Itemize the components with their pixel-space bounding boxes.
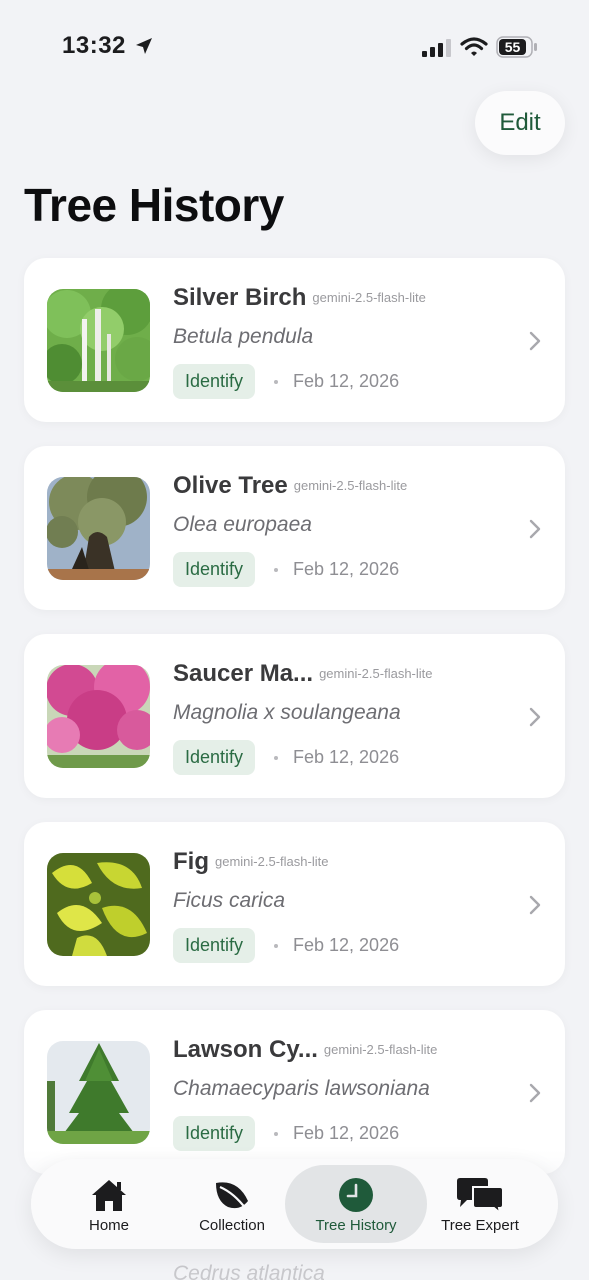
tree-name: Fig gemini-2.5-flash-lite	[173, 848, 328, 876]
tree-common-name: Fig	[173, 848, 209, 875]
identify-badge: Identify	[173, 928, 256, 963]
separator-dot	[274, 568, 278, 572]
chevron-right-icon	[529, 895, 541, 915]
tree-thumbnail	[47, 665, 150, 768]
identify-badge: Identify	[173, 552, 256, 587]
cellular-signal-icon	[422, 39, 451, 57]
tab-label: Tree History	[315, 1217, 397, 1234]
tree-name: Saucer Ma... gemini-2.5-flash-lite	[173, 660, 433, 688]
tree-common-name: Saucer Ma...	[173, 660, 314, 687]
battery-level: 55	[499, 39, 526, 55]
history-card[interactable]: Fig gemini-2.5-flash-lite Ficus carica Id…	[24, 822, 565, 986]
history-card[interactable]: Saucer Ma... gemini-2.5-flash-lite Magnol…	[24, 634, 565, 798]
model-tag: gemini-2.5-flash-lite	[312, 290, 426, 305]
tab-collection[interactable]: Collection	[161, 1165, 303, 1243]
history-card[interactable]: Silver Birch gemini-2.5-flash-lite Betula…	[24, 258, 565, 422]
date-label: Feb 12, 2026	[293, 559, 400, 579]
separator-dot	[274, 756, 278, 760]
history-list: Silver Birch gemini-2.5-flash-lite Betula…	[24, 258, 565, 1198]
clock-icon	[339, 1178, 373, 1212]
peek-scientific-name: Cedrus atlantica	[173, 1262, 325, 1280]
date-label: Feb 12, 2026	[293, 747, 400, 767]
identify-badge: Identify	[173, 1116, 256, 1151]
tree-thumbnail	[47, 853, 150, 956]
tab-bar: Home Collection Tree History Tree Expert	[31, 1159, 558, 1249]
tree-thumbnail	[47, 1041, 150, 1144]
chevron-right-icon	[529, 519, 541, 539]
chevron-right-icon	[529, 331, 541, 351]
tab-home[interactable]: Home	[38, 1165, 180, 1243]
model-tag: gemini-2.5-flash-lite	[323, 1042, 438, 1057]
date-label: Feb 12, 2026	[293, 1123, 400, 1143]
model-tag: gemini-2.5-flash-lite	[215, 854, 329, 869]
tab-label: Tree Expert	[441, 1217, 519, 1234]
separator-dot	[274, 944, 278, 948]
status-time: 13:32	[62, 32, 126, 59]
page-title: Tree History	[24, 179, 284, 231]
identify-badge: Identify	[173, 364, 256, 399]
separator-dot	[274, 380, 278, 384]
tree-name: Lawson Cy... gemini-2.5-flash-lite	[173, 1036, 437, 1064]
tree-thumbnail	[47, 477, 150, 580]
tab-label: Collection	[199, 1217, 265, 1234]
scientific-name: Olea europaea	[173, 513, 312, 536]
tree-common-name: Lawson Cy...	[173, 1036, 318, 1063]
model-tag: gemini-2.5-flash-lite	[319, 666, 433, 681]
scientific-name: Chamaecyparis lawsoniana	[173, 1077, 430, 1100]
tree-common-name: Silver Birch	[173, 284, 307, 311]
chevron-right-icon	[529, 1083, 541, 1103]
status-bar: 13:32 55	[0, 0, 589, 90]
scientific-name: Ficus carica	[173, 889, 286, 912]
model-tag: gemini-2.5-flash-lite	[293, 478, 408, 493]
chevron-right-icon	[529, 707, 541, 727]
tree-name: Silver Birch gemini-2.5-flash-lite	[173, 284, 426, 312]
date-label: Feb 12, 2026	[293, 935, 400, 955]
date-label: Feb 12, 2026	[293, 371, 400, 391]
scientific-name: Betula pendula	[173, 325, 314, 348]
scientific-name: Magnolia x soulangeana	[173, 701, 401, 724]
chat-icon	[457, 1178, 504, 1213]
tab-tree-expert[interactable]: Tree Expert	[409, 1165, 551, 1243]
home-icon	[92, 1180, 126, 1211]
edit-button[interactable]: Edit	[475, 91, 565, 155]
separator-dot	[274, 1132, 278, 1136]
leaf-icon	[216, 1182, 248, 1210]
tree-thumbnail	[47, 289, 150, 392]
wifi-icon	[460, 37, 488, 56]
tree-common-name: Olive Tree	[173, 472, 288, 499]
tree-name: Olive Tree gemini-2.5-flash-lite	[173, 472, 407, 500]
identify-badge: Identify	[173, 740, 256, 775]
tab-label: Home	[88, 1217, 129, 1234]
history-card[interactable]: Olive Tree gemini-2.5-flash-lite Olea eur…	[24, 446, 565, 610]
location-arrow-icon	[136, 38, 152, 54]
tab-tree-history[interactable]: Tree History	[285, 1165, 427, 1243]
